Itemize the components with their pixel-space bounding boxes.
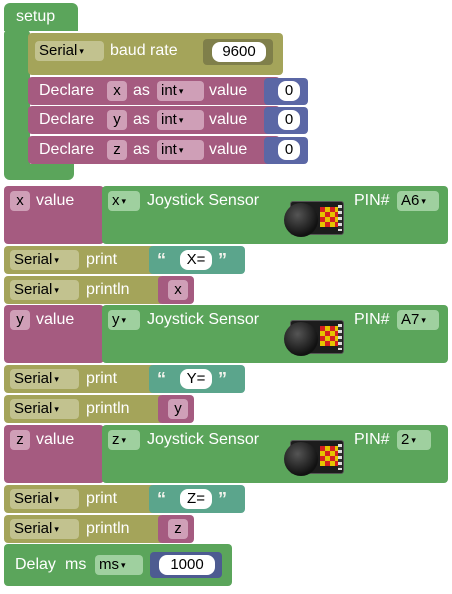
declare-value-input[interactable]: 0 [278, 140, 300, 160]
setup-label: setup [16, 8, 56, 25]
baud-rate-input[interactable]: 9600 [212, 42, 266, 62]
joystick-module-image [280, 314, 346, 356]
declare-value-label: value [209, 111, 248, 128]
declare-type-dropdown[interactable]: int ▾ [157, 81, 204, 101]
pin-label: PIN# [354, 192, 390, 209]
declare-label: Declare [39, 82, 95, 99]
dropdown-arrow-icon: ▾ [54, 374, 59, 384]
joystick-pins [338, 444, 342, 470]
println-var-field[interactable]: z [168, 519, 188, 539]
set-variable-field[interactable]: y [10, 310, 30, 330]
setup-block-foot [4, 164, 74, 180]
joystick-connector [320, 326, 340, 346]
serial-dropdown[interactable]: Serial ▾ [10, 519, 79, 539]
delay-label: Delay [15, 556, 56, 573]
joystick-knob-icon [284, 203, 318, 237]
serial-dropdown[interactable]: Serial ▾ [10, 250, 79, 270]
set-variable-value-label: value [36, 192, 75, 209]
println-label: println [86, 281, 130, 298]
joystick-axis-dropdown[interactable]: z ▾ [108, 430, 140, 450]
println-var-field[interactable]: y [168, 399, 188, 419]
serial-dropdown[interactable]: Serial ▾ [10, 280, 79, 300]
print-text-input[interactable]: Z= [180, 489, 212, 509]
dropdown-arrow-icon: ▾ [54, 494, 59, 504]
dropdown-arrow-icon: ▾ [178, 145, 184, 155]
declare-value-input[interactable]: 0 [278, 110, 300, 130]
declare-label: Declare [39, 141, 95, 158]
println-label: println [86, 520, 130, 537]
open-quote-icon: “ [157, 369, 166, 389]
pin-dropdown[interactable]: A7 ▾ [397, 310, 439, 330]
joystick-module-image [280, 195, 346, 237]
pin-label: PIN# [354, 431, 390, 448]
declare-var-field[interactable]: x [107, 81, 127, 101]
dropdown-arrow-icon: ▾ [121, 315, 127, 325]
print-text-input[interactable]: Y= [180, 369, 212, 389]
dropdown-arrow-icon: ▾ [54, 524, 59, 534]
delay-unit-dropdown[interactable]: ms ▾ [95, 555, 143, 575]
println-var-field[interactable]: x [168, 280, 188, 300]
serial-dropdown[interactable]: Serial ▾ [10, 489, 79, 509]
close-quote-icon: ” [218, 489, 227, 509]
delay-ms-text: ms [65, 556, 87, 573]
serial-dropdown[interactable]: Serial ▾ [35, 41, 104, 61]
dropdown-arrow-icon: ▾ [411, 435, 416, 445]
dropdown-arrow-icon: ▾ [121, 196, 127, 206]
dropdown-arrow-icon: ▾ [54, 255, 59, 265]
declare-var-field[interactable]: y [107, 110, 127, 130]
dropdown-arrow-icon: ▾ [79, 46, 84, 56]
dropdown-arrow-icon: ▾ [121, 435, 127, 445]
declare-value-label: value [209, 82, 248, 99]
println-label: println [86, 400, 130, 417]
joystick-pins [338, 324, 342, 350]
pin-dropdown[interactable]: A6 ▾ [397, 191, 439, 211]
joystick-knob-icon [284, 442, 318, 476]
dropdown-arrow-icon: ▾ [421, 196, 426, 206]
joystick-axis-dropdown[interactable]: y ▾ [108, 310, 140, 330]
delay-value-input[interactable]: 1000 [159, 555, 215, 575]
joystick-pins [338, 205, 342, 231]
declare-value-label: value [209, 141, 248, 158]
dropdown-arrow-icon: ▾ [54, 285, 59, 295]
dropdown-arrow-icon: ▾ [121, 560, 126, 570]
declare-as-label: as [133, 141, 150, 158]
baud-rate-label: baud rate [110, 42, 178, 59]
joystick-connector [320, 207, 340, 227]
close-quote-icon: ” [218, 369, 227, 389]
dropdown-arrow-icon: ▾ [54, 404, 59, 414]
pin-dropdown[interactable]: 2 ▾ [397, 430, 431, 450]
joystick-module-image [280, 434, 346, 476]
set-variable-field[interactable]: x [10, 191, 30, 211]
declare-var-field[interactable]: z [107, 140, 127, 160]
joystick-knob-icon [284, 322, 318, 356]
declare-as-label: as [133, 111, 150, 128]
declare-label: Declare [39, 111, 95, 128]
set-variable-value-label: value [36, 431, 75, 448]
print-text-input[interactable]: X= [180, 250, 212, 270]
declare-type-dropdown[interactable]: int ▾ [157, 140, 204, 160]
close-quote-icon: ” [218, 250, 227, 270]
declare-value-input[interactable]: 0 [278, 81, 300, 101]
print-label: print [86, 251, 118, 268]
set-variable-value-label: value [36, 311, 75, 328]
joystick-axis-dropdown[interactable]: x ▾ [108, 191, 140, 211]
setup-block-arm [4, 30, 30, 170]
declare-type-dropdown[interactable]: int ▾ [157, 110, 204, 130]
joystick-sensor-label: Joystick Sensor [147, 311, 260, 328]
serial-dropdown[interactable]: Serial ▾ [10, 369, 79, 389]
dropdown-arrow-icon: ▾ [178, 115, 184, 125]
set-variable-field[interactable]: z [10, 430, 30, 450]
joystick-sensor-label: Joystick Sensor [147, 431, 260, 448]
open-quote-icon: “ [157, 250, 166, 270]
joystick-sensor-label: Joystick Sensor [147, 192, 260, 209]
print-label: print [86, 370, 118, 387]
serial-dropdown[interactable]: Serial ▾ [10, 399, 79, 419]
pin-label: PIN# [354, 311, 390, 328]
open-quote-icon: “ [157, 489, 166, 509]
joystick-connector [320, 446, 340, 466]
dropdown-arrow-icon: ▾ [421, 315, 426, 325]
print-label: print [86, 490, 118, 507]
declare-as-label: as [133, 82, 150, 99]
dropdown-arrow-icon: ▾ [178, 86, 184, 96]
